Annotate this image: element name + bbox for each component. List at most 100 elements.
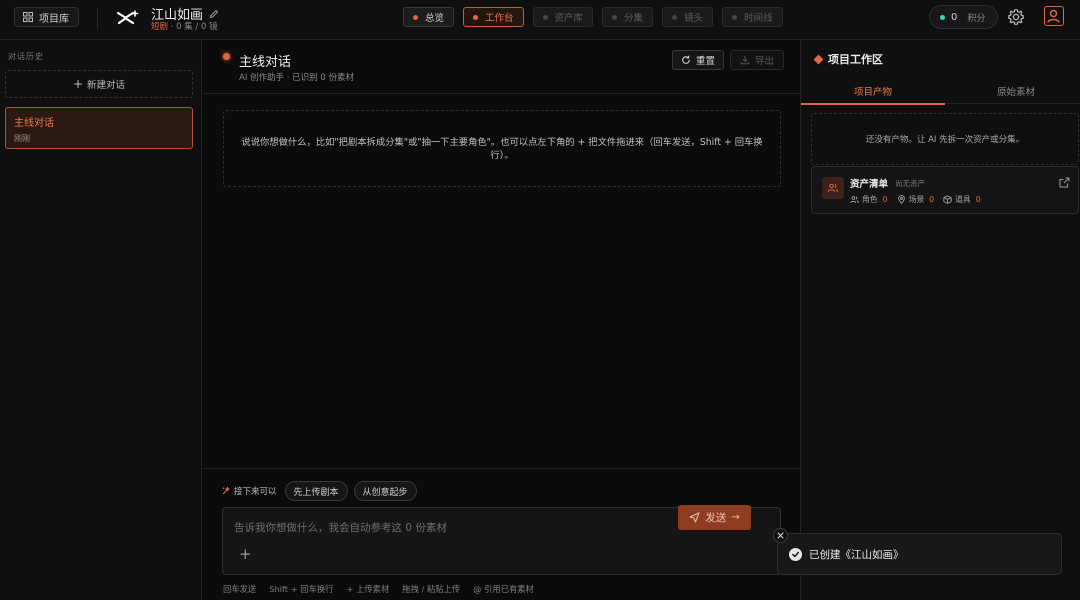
diamond-icon <box>813 54 824 64</box>
asset-card-status: 尚无资产 <box>895 179 925 188</box>
nav-label: 总览 <box>425 13 445 24</box>
nav-shots[interactable]: 镜头 <box>662 7 714 27</box>
shortcut-hint: Shift + 回车换行 <box>269 584 334 594</box>
stat-value: 0 <box>929 195 935 204</box>
edit-pencil-icon[interactable] <box>209 9 219 19</box>
nav-episodes[interactable]: 分集 <box>602 7 654 27</box>
nav-label: 资产库 <box>554 13 584 24</box>
suggestions-label: 接下来可以 <box>221 485 277 497</box>
gear-icon[interactable] <box>1007 8 1025 26</box>
workspace-title: 项目工作区 <box>813 51 883 67</box>
chat-subtitle: AI 创作助手 · 已识别 0 份素材 <box>239 73 354 83</box>
status-dot <box>473 14 479 20</box>
nav-label: 工作台 <box>485 13 514 24</box>
active-tab-indicator <box>801 103 945 105</box>
status-dot <box>732 14 738 20</box>
asset-list-card[interactable]: 资产清单 尚无资产 角色 0 场景 0 道具 0 <box>811 166 1079 214</box>
chat-history-item[interactable]: 主线对话 刚刚 <box>5 107 193 149</box>
stat-value: 0 <box>975 195 981 204</box>
send-label: 发送 <box>705 512 727 524</box>
user-icon <box>1047 9 1060 23</box>
external-link-icon[interactable] <box>1059 177 1070 188</box>
main-nav: 总览 工作台 资产库 分集 镜头 时间线 <box>403 7 783 27</box>
shortcut-hint: @ 引用已有素材 <box>473 584 534 594</box>
user-avatar[interactable] <box>1044 6 1064 26</box>
project-library-button[interactable]: 项目库 <box>14 7 79 27</box>
status-dot <box>413 14 418 20</box>
live-indicator <box>223 53 230 60</box>
chat-header: 主线对话 AI 创作助手 · 已识别 0 份素材 重置 导出 <box>203 40 800 94</box>
nav-label: 镜头 <box>684 13 704 24</box>
toast-close-button[interactable] <box>773 528 788 543</box>
close-icon <box>777 532 784 539</box>
send-button[interactable]: 发送 → <box>678 505 751 530</box>
chat-panel: 主线对话 AI 创作助手 · 已识别 0 份素材 重置 导出 说说你想做什么，比… <box>203 40 800 600</box>
asset-card-title: 资产清单 <box>850 179 889 190</box>
sidebar-header: 对话历史 <box>8 52 44 61</box>
tab-raw-materials[interactable]: 原始素材 <box>997 84 1035 98</box>
asset-stats: 角色 0 场景 0 道具 0 <box>850 194 981 205</box>
map-pin-icon <box>897 195 905 204</box>
reset-label: 重置 <box>696 56 716 67</box>
status-dot <box>612 14 618 20</box>
reset-button[interactable]: 重置 <box>672 50 725 70</box>
new-chat-button[interactable]: + 新建对话 <box>5 70 193 98</box>
credit-status-dot <box>940 14 945 20</box>
top-bar: 项目库 江山如画 短剧 · 0 集 / 0 镜 总览 工作台 资产库 分集 镜头… <box>0 0 1080 40</box>
app-logo-icon <box>117 10 139 25</box>
nav-timeline[interactable]: 时间线 <box>722 7 783 27</box>
project-library-label: 项目库 <box>39 13 69 25</box>
new-chat-label: 新建对话 <box>87 80 126 91</box>
outputs-empty-state: 还没有产物。让 AI 先拆一次资产或分集。 <box>811 113 1079 165</box>
project-stats: · 0 集 / 0 镜 <box>170 22 218 32</box>
chat-history-sidebar: 对话历史 + 新建对话 主线对话 刚刚 <box>0 40 202 600</box>
nav-asset-library[interactable]: 资产库 <box>532 7 594 27</box>
arrow-right-icon: → <box>731 512 740 523</box>
shortcut-hint: 拖拽 / 粘贴上传 <box>402 584 461 594</box>
export-button[interactable]: 导出 <box>730 50 785 70</box>
suggestions-row: 接下来可以 先上传剧本 从创意起步 <box>221 481 417 501</box>
nav-overview[interactable]: 总览 <box>403 7 455 27</box>
stat-value: 0 <box>882 195 888 204</box>
project-workspace-panel: 项目工作区 项目产物 原始素材 还没有产物。让 AI 先拆一次资产或分集。 资产… <box>800 40 1080 600</box>
suggestion-upload-script[interactable]: 先上传剧本 <box>284 481 348 501</box>
stat-label: 道具 <box>955 195 971 204</box>
box-icon <box>943 195 952 204</box>
chat-item-title: 主线对话 <box>14 118 54 129</box>
stat-label: 角色 <box>862 195 878 204</box>
nav-label: 分集 <box>624 13 644 24</box>
check-circle-icon <box>789 547 802 561</box>
message-input-placeholder[interactable]: 告诉我你想做什么，我会自动参考这 0 份素材 <box>234 520 447 535</box>
shortcut-hint: 回车发送 <box>223 584 257 594</box>
users-icon <box>850 196 859 204</box>
nav-label: 时间线 <box>744 13 773 24</box>
credits-badge[interactable]: 0 积分 <box>929 5 999 29</box>
stat-label: 场景 <box>908 195 925 204</box>
plus-icon: + <box>72 77 84 91</box>
nav-workbench[interactable]: 工作台 <box>463 7 524 27</box>
export-label: 导出 <box>755 56 775 67</box>
success-toast: 已创建《江山如画》 <box>777 533 1062 575</box>
chat-item-time: 刚刚 <box>14 134 30 143</box>
tab-project-outputs[interactable]: 项目产物 <box>854 84 892 98</box>
users-icon <box>822 177 844 199</box>
credits-label: 积分 <box>967 13 986 24</box>
workspace-title-text: 项目工作区 <box>828 53 883 66</box>
project-meta: 短剧 · 0 集 / 0 镜 <box>151 20 218 32</box>
stat-scenes: 场景 0 <box>897 194 935 205</box>
status-dot <box>672 14 678 20</box>
shortcut-hints: 回车发送 Shift + 回车换行 + 上传素材 拖拽 / 粘贴上传 @ 引用已… <box>223 583 534 595</box>
empty-chat-hint: 说说你想做什么，比如"把剧本拆成分集"或"抽一下主要角色"。也可以点左下角的 +… <box>223 110 781 187</box>
suggestions-label-text: 接下来可以 <box>234 487 277 497</box>
suggestion-start-from-idea[interactable]: 从创意起步 <box>353 481 417 501</box>
divider <box>97 9 98 29</box>
shortcut-hint: + 上传素材 <box>346 584 390 594</box>
stat-props: 道具 0 <box>943 194 981 205</box>
project-type-badge: 短剧 <box>151 22 169 32</box>
credits-value: 0 <box>951 11 958 23</box>
attach-plus-icon[interactable]: + <box>239 547 252 562</box>
refresh-icon <box>682 55 690 64</box>
toast-message: 已创建《江山如画》 <box>809 548 904 561</box>
send-icon <box>689 512 700 523</box>
grid-icon <box>23 12 33 22</box>
